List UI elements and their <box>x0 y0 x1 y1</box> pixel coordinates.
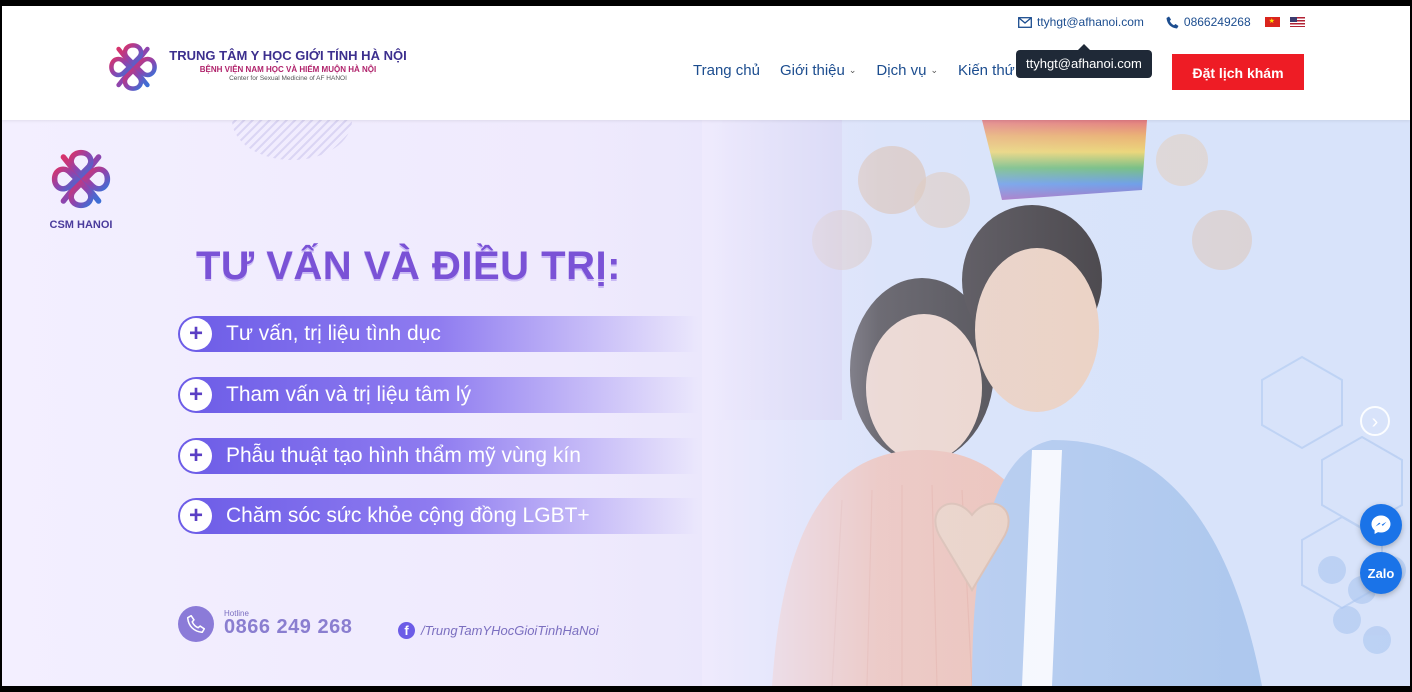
nav-label: Trang chủ <box>693 62 760 79</box>
decor-blob <box>232 120 352 160</box>
phone-link[interactable]: 0866249268 <box>1166 15 1251 29</box>
service-label: Chăm sóc sức khỏe cộng đồng LGBT+ <box>226 504 590 527</box>
site-header: TRUNG TÂM Y HỌC GIỚI TÍNH HÀ NỘI BỆNH VI… <box>2 6 1410 120</box>
phone-icon <box>1166 16 1179 28</box>
main-nav: Trang chủ Giới thiệu ⌄ Dịch vụ ⌄ Kiến thứ <box>693 62 1035 79</box>
email-link[interactable]: ttyhgt@afhanoi.com <box>1018 15 1144 29</box>
slider-next-button[interactable]: › <box>1360 406 1390 436</box>
csm-badge-label: CSM HANOI <box>49 219 113 231</box>
service-label: Phẫu thuật tạo hình thẩm mỹ vùng kín <box>226 444 581 467</box>
nav-item-about[interactable]: Giới thiệu ⌄ <box>780 62 856 79</box>
messenger-chat-button[interactable] <box>1360 504 1402 546</box>
plus-icon: + <box>180 379 212 411</box>
logo-subtitle: BỆNH VIỆN NAM HỌC VÀ HIẾM MUỘN HÀ NỘI <box>199 65 377 74</box>
chevron-down-icon: ⌄ <box>930 65 938 75</box>
vi-flag-icon[interactable] <box>1264 16 1280 28</box>
hero-photo-illustration <box>702 120 1410 686</box>
service-item: + Chăm sóc sức khỏe cộng đồng LGBT+ <box>178 498 698 534</box>
nav-item-home[interactable]: Trang chủ <box>693 62 760 79</box>
logo-mark-icon[interactable] <box>106 40 160 94</box>
nav-label: Giới thiệu <box>779 62 845 79</box>
email-tooltip: ttyhgt@afhanoi.com <box>1016 44 1152 78</box>
book-appointment-button[interactable]: Đặt lịch khám <box>1172 54 1304 90</box>
plus-icon: + <box>180 318 212 350</box>
facebook-text: /TrungTamYHocGioiTinhHaNoi <box>421 623 599 638</box>
zalo-chat-button[interactable]: Zalo <box>1360 552 1402 594</box>
hero-banner[interactable]: CSM HANOI TƯ VẤN VÀ ĐIỀU TRỊ: + Tư vấn, … <box>2 120 1410 686</box>
nav-label: Dịch vụ <box>876 62 927 79</box>
logo-tagline: Center for Sexual Medicine of AF HANOI <box>229 75 347 82</box>
plus-icon: + <box>180 500 212 532</box>
facebook-icon: f <box>398 622 415 639</box>
envelope-icon <box>1018 16 1032 28</box>
hotline-block: Hotline 0866 249 268 <box>178 606 352 642</box>
zalo-label: Zalo <box>1367 565 1395 581</box>
facebook-handle: f /TrungTamYHocGioiTinhHaNoi <box>398 622 599 639</box>
messenger-icon <box>1371 515 1391 534</box>
service-item: + Tham vấn và trị liệu tâm lý <box>178 377 698 413</box>
nav-item-services[interactable]: Dịch vụ ⌄ <box>876 62 938 79</box>
service-label: Tham vấn và trị liệu tâm lý <box>226 383 472 406</box>
site-logo-text[interactable]: TRUNG TÂM Y HỌC GIỚI TÍNH HÀ NỘI BỆNH VI… <box>168 48 408 82</box>
browser-viewport: TRUNG TÂM Y HỌC GIỚI TÍNH HÀ NỘI BỆNH VI… <box>2 6 1410 686</box>
service-label: Tư vấn, trị liệu tình dục <box>226 322 441 345</box>
nav-item-knowledge[interactable]: Kiến thứ <box>958 62 1015 79</box>
service-item: + Tư vấn, trị liệu tình dục <box>178 316 698 352</box>
chevron-down-icon: ⌄ <box>848 65 857 75</box>
hero-title: TƯ VẤN VÀ ĐIỀU TRỊ: <box>196 244 621 288</box>
hotline-number: 0866 249 268 <box>224 616 353 638</box>
email-text: ttyhgt@afhanoi.com <box>1037 15 1144 29</box>
top-contact-bar: ttyhgt@afhanoi.com 0866249268 <box>1018 14 1305 30</box>
csm-badge: CSM HANOI <box>46 146 116 231</box>
logo-title: TRUNG TÂM Y HỌC GIỚI TÍNH HÀ NỘI <box>169 48 407 63</box>
service-item: + Phẫu thuật tạo hình thẩm mỹ vùng kín <box>178 438 698 474</box>
en-flag-icon[interactable] <box>1289 17 1305 27</box>
nav-label: Kiến thứ <box>957 62 1015 79</box>
phone-text: 0866249268 <box>1183 15 1251 29</box>
plus-icon: + <box>180 440 212 472</box>
csm-logo-icon <box>51 149 111 209</box>
phone-call-icon <box>178 606 214 642</box>
